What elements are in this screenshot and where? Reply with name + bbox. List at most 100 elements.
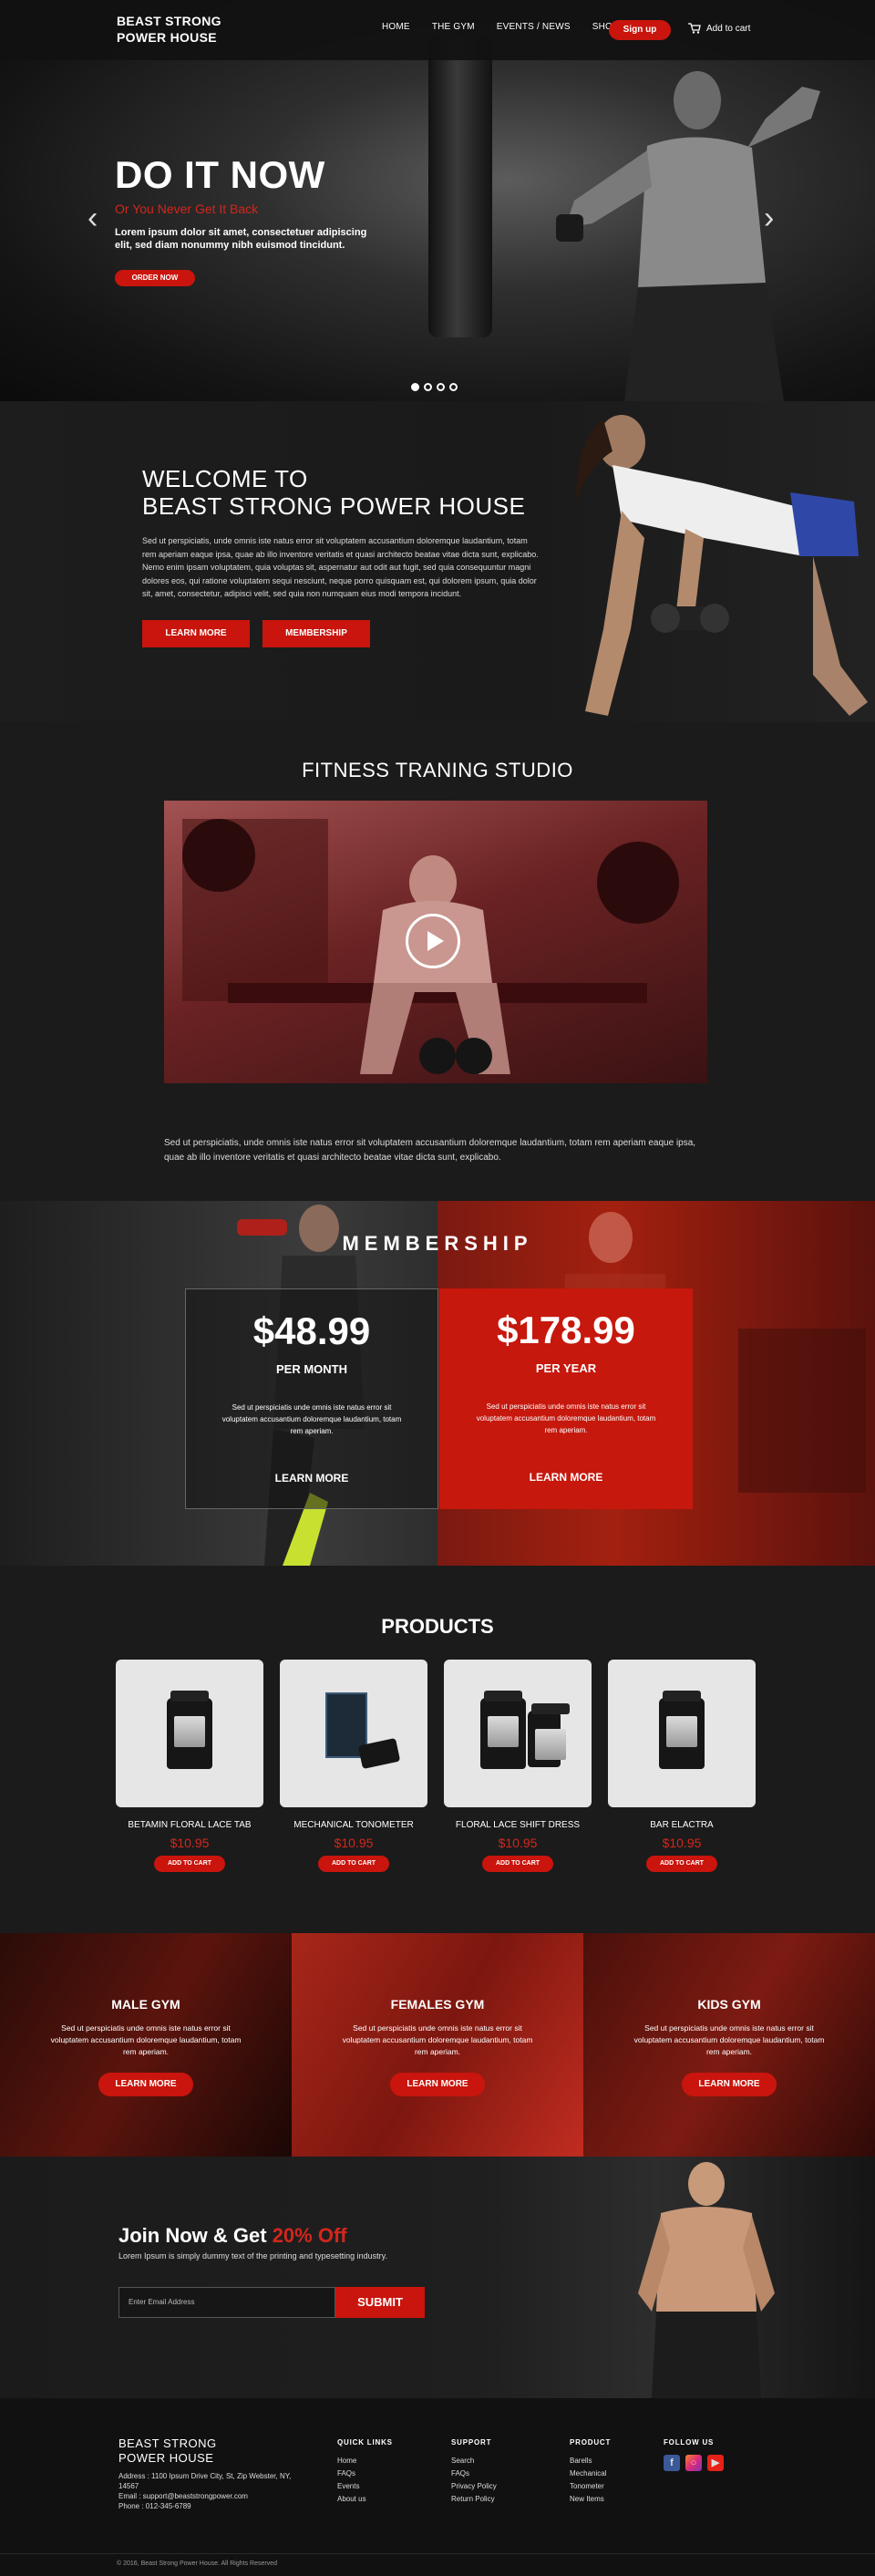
youtube-icon[interactable]: ▶ xyxy=(707,2455,724,2471)
footer-phone: Phone : 012-345-6789 xyxy=(118,2502,191,2510)
slider-dot-2[interactable] xyxy=(424,383,432,391)
footer-divider xyxy=(0,2553,875,2554)
social-links: f ○ ▶ xyxy=(664,2455,724,2471)
main-nav: HOME THE GYM EVENTS / NEWS SHOP xyxy=(382,22,641,32)
boxer-image xyxy=(556,71,820,401)
footer-product: PRODUCT Barells Mechanical Tonometer New… xyxy=(570,2436,611,2506)
cart-icon xyxy=(688,23,701,34)
plan-period: PER YEAR xyxy=(535,1361,597,1375)
muscle-man-image xyxy=(638,2162,775,2398)
woman-lifting-image xyxy=(576,415,868,716)
product-image[interactable] xyxy=(444,1660,592,1807)
supplement-jar-icon xyxy=(167,1691,212,1769)
product-card: BAR ELACTRA $10.95 ADD TO CART xyxy=(608,1660,756,1872)
gym-title: FEMALES GYM xyxy=(390,1997,485,2012)
order-now-button[interactable]: ORDER NOW xyxy=(115,270,195,286)
kids-gym-card: KIDS GYM Sed ut perspiciatis unde omnis … xyxy=(583,1933,875,2157)
join-title: Join Now & Get 20% Off xyxy=(118,2224,347,2247)
slider-prev-icon[interactable]: ‹ xyxy=(88,201,98,236)
slider-dot-4[interactable] xyxy=(449,383,458,391)
membership-section: MEMBERSHIP $48.99 PER MONTH Sed ut persp… xyxy=(0,1201,875,1566)
product-card: MECHANICAL TONOMETER $10.95 ADD TO CART xyxy=(280,1660,427,1872)
footer-link[interactable]: FAQs xyxy=(337,2467,393,2480)
product-price: $10.95 xyxy=(662,1836,702,1850)
footer-link[interactable]: Tonometer xyxy=(570,2480,611,2493)
product-card: BETAMIN FLORAL LACE TAB $10.95 ADD TO CA… xyxy=(116,1660,263,1872)
gym-types-section: MALE GYM Sed ut perspiciatis unde omnis … xyxy=(0,1933,875,2157)
footer-logo[interactable]: BEAST STRONG POWER HOUSE xyxy=(118,2436,217,2466)
add-to-cart-link[interactable]: Add to cart xyxy=(688,23,750,34)
slider-dot-1[interactable] xyxy=(411,383,419,391)
add-to-cart-button[interactable]: ADD TO CART xyxy=(154,1856,225,1872)
footer-email[interactable]: Email : support@beaststrongpower.com xyxy=(118,2491,310,2501)
footer-link[interactable]: Mechanical xyxy=(570,2467,611,2480)
cart-label: Add to cart xyxy=(706,23,751,34)
welcome-text: Sed ut perspiciatis, unde omnis iste nat… xyxy=(142,536,539,598)
instagram-icon[interactable]: ○ xyxy=(685,2455,702,2471)
product-image[interactable] xyxy=(280,1660,427,1807)
hero-subtitle: Or You Never Get It Back xyxy=(115,202,259,216)
add-to-cart-button[interactable]: ADD TO CART xyxy=(646,1856,717,1872)
product-name[interactable]: FLORAL LACE SHIFT DRESS xyxy=(444,1820,592,1830)
gym-description: Sed ut perspiciatis unde omnis iste natu… xyxy=(342,2023,533,2056)
nav-events-news[interactable]: EVENTS / NEWS xyxy=(497,22,571,32)
gym-description: Sed ut perspiciatis unde omnis iste natu… xyxy=(50,2023,242,2056)
signup-button[interactable]: Sign up xyxy=(609,20,671,40)
gym-title: KIDS GYM xyxy=(697,1997,761,2012)
hero-text: Lorem ipsum dolor sit amet, consectetuer… xyxy=(115,227,367,251)
add-to-cart-button[interactable]: ADD TO CART xyxy=(482,1856,553,1872)
plan-learn-more-link[interactable]: LEARN MORE xyxy=(186,1472,438,1485)
footer-follow: FOLLOW US f ○ ▶ xyxy=(664,2436,724,2471)
facebook-icon[interactable]: f xyxy=(664,2455,680,2471)
supplement-jar-small-icon xyxy=(528,1703,570,1767)
slider-dot-3[interactable] xyxy=(437,383,445,391)
site-footer: BEAST STRONG POWER HOUSE Address : 1100 … xyxy=(0,2398,875,2576)
product-price: $10.95 xyxy=(498,1836,538,1850)
nav-home[interactable]: HOME xyxy=(382,22,410,32)
slider-dots xyxy=(411,383,458,391)
submit-button[interactable]: SUBMIT xyxy=(335,2287,425,2318)
fitness-video[interactable] xyxy=(164,801,707,1083)
footer-link[interactable]: About us xyxy=(337,2493,393,2506)
membership-button[interactable]: MEMBERSHIP xyxy=(262,620,370,647)
hero-section: BEAST STRONG POWER HOUSE HOME THE GYM EV… xyxy=(0,0,875,401)
gym-learn-more-button[interactable]: LEARN MORE xyxy=(682,2073,777,2096)
product-price: $10.95 xyxy=(334,1836,374,1850)
footer-link[interactable]: Events xyxy=(337,2480,393,2493)
footer-link[interactable]: Search xyxy=(451,2455,497,2467)
supplement-jar-icon xyxy=(480,1691,526,1769)
play-icon[interactable] xyxy=(406,914,460,968)
footer-link[interactable]: Privacy Policy xyxy=(451,2480,497,2493)
nav-the-gym[interactable]: THE GYM xyxy=(432,22,475,32)
product-card: FLORAL LACE SHIFT DRESS $10.95 ADD TO CA… xyxy=(444,1660,592,1872)
footer-contact: Address : 1100 Ipsum Drive City, St, Zip… xyxy=(118,2471,310,2511)
welcome-section: WELCOME TO BEAST STRONG POWER HOUSE Sed … xyxy=(0,401,875,722)
product-name[interactable]: BAR ELACTRA xyxy=(608,1820,756,1830)
product-image[interactable] xyxy=(116,1660,263,1807)
footer-link[interactable]: Home xyxy=(337,2455,393,2467)
plan-learn-more-link[interactable]: LEARN MORE xyxy=(439,1471,693,1484)
footer-link[interactable]: New Items xyxy=(570,2493,611,2506)
gym-learn-more-button[interactable]: LEARN MORE xyxy=(98,2073,193,2096)
welcome-title: WELCOME TO BEAST STRONG POWER HOUSE xyxy=(142,465,526,520)
footer-quick-links: QUICK LINKS Home FAQs Events About us xyxy=(337,2436,393,2506)
footer-link[interactable]: FAQs xyxy=(451,2467,497,2480)
gym-learn-more-button[interactable]: LEARN MORE xyxy=(390,2073,485,2096)
site-logo[interactable]: BEAST STRONG POWER HOUSE xyxy=(117,13,221,46)
product-name[interactable]: MECHANICAL TONOMETER xyxy=(280,1820,427,1830)
fitness-title: FITNESS TRANING STUDIO xyxy=(302,759,573,781)
email-input[interactable]: Enter Email Address xyxy=(118,2287,335,2318)
plan-price: $178.99 xyxy=(497,1309,635,1351)
product-image[interactable] xyxy=(608,1660,756,1807)
top-navbar: BEAST STRONG POWER HOUSE HOME THE GYM EV… xyxy=(0,0,875,60)
add-to-cart-button[interactable]: ADD TO CART xyxy=(318,1856,389,1872)
footer-link[interactable]: Return Policy xyxy=(451,2493,497,2506)
punching-bag-image xyxy=(428,36,492,337)
learn-more-button[interactable]: LEARN MORE xyxy=(142,620,250,647)
join-text: Lorem Ipsum is simply dummy text of the … xyxy=(118,2251,387,2260)
plan-description: Sed ut perspiciatis unde omnis iste natu… xyxy=(476,1402,656,1434)
slider-next-icon[interactable]: › xyxy=(764,201,774,236)
footer-link[interactable]: Barells xyxy=(570,2455,611,2467)
product-name[interactable]: BETAMIN FLORAL LACE TAB xyxy=(116,1820,263,1830)
join-section: Join Now & Get 20% Off Lorem Ipsum is si… xyxy=(0,2157,875,2398)
